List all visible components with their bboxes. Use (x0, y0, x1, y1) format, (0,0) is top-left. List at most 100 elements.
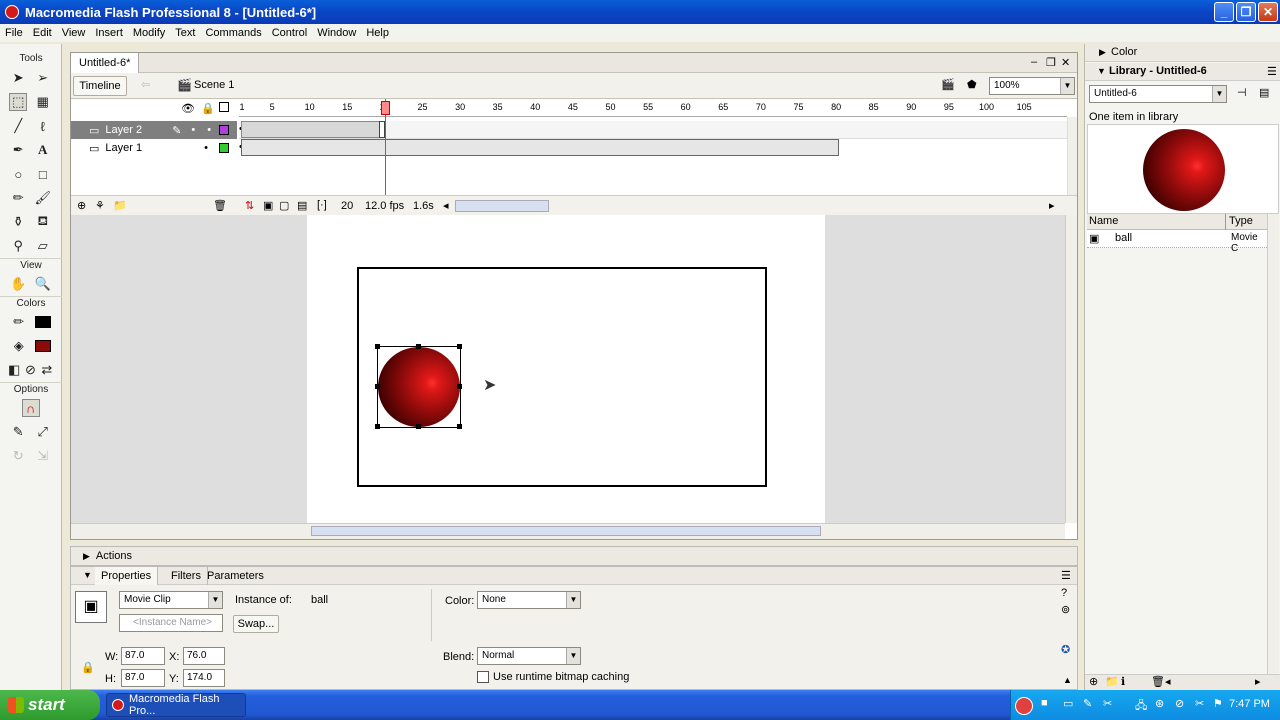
flag-icon[interactable]: ⚑ (1213, 697, 1223, 710)
lock-icon[interactable]: 🔒 (201, 102, 215, 115)
pen-icon[interactable]: ✎ (1083, 697, 1092, 710)
bitmap-caching-checkbox[interactable] (477, 671, 489, 683)
subselect-tool-icon[interactable]: ➢ (34, 69, 52, 87)
close-button[interactable]: ✕ (1258, 2, 1278, 22)
fill-color-swatch[interactable] (35, 340, 52, 352)
transform-handle[interactable] (457, 384, 462, 389)
modify-markers-icon[interactable]: [·] (317, 199, 327, 211)
menu-view[interactable]: View (57, 27, 91, 39)
zoom-tool-icon[interactable]: 🔍 (34, 275, 52, 293)
selection-box[interactable] (375, 344, 462, 429)
swap-colors-icon[interactable]: ⇄ (39, 361, 55, 379)
swap-button[interactable]: Swap... (233, 615, 279, 633)
tab-properties[interactable]: Properties (95, 567, 159, 585)
collapse-triangle-icon[interactable]: ▼ (83, 570, 92, 580)
chevron-left-icon[interactable]: ◂ (443, 199, 449, 212)
stage-vscroll[interactable] (1065, 215, 1077, 523)
taskbar-item-flash[interactable]: Macromedia Flash Pro... (106, 693, 246, 717)
minimize-button[interactable]: _ (1214, 2, 1234, 22)
zoom-select[interactable]: 100% ▼ (989, 77, 1075, 95)
shield-icon[interactable]: ⊛ (1155, 697, 1164, 710)
menu-help[interactable]: Help (361, 27, 394, 39)
back-arrow-icon[interactable]: ⇦ (141, 78, 150, 91)
panel-menu-icon[interactable]: ☰ (1061, 569, 1071, 582)
transform-handle[interactable] (457, 344, 462, 349)
pin-library-icon[interactable]: ⊣ (1237, 86, 1247, 99)
new-symbol-icon[interactable]: ⊕ (1089, 675, 1098, 688)
oval-tool-icon[interactable]: ○ (9, 165, 27, 183)
ball-instance[interactable] (378, 347, 460, 427)
new-library-panel-icon[interactable]: ▤ (1259, 86, 1269, 99)
line-tool-icon[interactable]: ╱ (9, 117, 27, 135)
menu-insert[interactable]: Insert (90, 27, 128, 39)
transform-handle[interactable] (375, 384, 380, 389)
eraser-tool-icon[interactable]: ▱ (34, 237, 52, 255)
scissors-icon[interactable]: ✂ (1103, 697, 1112, 710)
default-colors-icon[interactable]: ◧ (6, 361, 22, 379)
snap-to-objects-icon[interactable]: ∩ (21, 399, 40, 417)
hand-tool-icon[interactable]: ✋ (9, 275, 27, 293)
gradient-transform-tool-icon[interactable]: ▦ (34, 93, 52, 111)
lasso-tool-icon[interactable]: ℓ (34, 117, 52, 135)
transform-handle[interactable] (457, 424, 462, 429)
transform-handle[interactable] (416, 424, 421, 429)
doc-restore-icon[interactable]: ❐ (1046, 56, 1056, 69)
network-icon[interactable]: 🖧 (1135, 697, 1147, 716)
stage-hscroll-thumb[interactable] (311, 526, 821, 536)
width-field[interactable]: 87.0 (121, 647, 165, 665)
ink-bottle-tool-icon[interactable]: ⚱ (9, 213, 27, 231)
playhead-handle[interactable] (381, 101, 390, 115)
menu-modify[interactable]: Modify (128, 27, 170, 39)
chevron-right-icon[interactable]: ▸ (1049, 199, 1055, 212)
chevron-right-icon[interactable]: ▸ (1255, 675, 1261, 688)
insert-layer-icon[interactable]: ⊕ (77, 199, 86, 212)
outline-icon[interactable] (219, 102, 229, 112)
brush-tool-icon[interactable]: 🖌 (34, 189, 52, 207)
insert-folder-icon[interactable]: 📁 (113, 199, 127, 212)
panel-menu-icon[interactable]: ☰ (1267, 65, 1277, 78)
new-folder-icon[interactable]: 📁 (1105, 675, 1119, 688)
text-tool-icon[interactable]: A (34, 141, 52, 159)
cut-icon[interactable]: ✂ (1195, 697, 1204, 710)
maximize-button[interactable]: ❐ (1236, 2, 1256, 22)
library-panel-header[interactable]: ▼ Library - Untitled-6 ☰ (1085, 63, 1280, 81)
onion-outlines-icon[interactable]: ▢ (279, 199, 289, 212)
stop-icon[interactable]: ■ (1041, 697, 1048, 709)
eye-icon[interactable]: 👁 (181, 102, 195, 115)
menu-commands[interactable]: Commands (200, 27, 266, 39)
stroke-color-swatch[interactable] (35, 316, 52, 328)
document-tab[interactable]: Untitled-6* (71, 53, 140, 73)
start-button[interactable]: start (0, 690, 100, 720)
stroke-color-icon[interactable]: ✏ (10, 313, 28, 331)
delete-icon[interactable]: 🗑 (1151, 675, 1165, 688)
onion-skin-icon[interactable]: ▣ (263, 199, 273, 212)
delete-layer-icon[interactable]: 🗑 (213, 199, 227, 212)
pencil-tool-icon[interactable]: ✏ (9, 189, 27, 207)
menu-window[interactable]: Window (312, 27, 361, 39)
layer-row-layer2[interactable]: ▭ Layer 2 ✎ • • (71, 121, 237, 139)
smooth-icon[interactable]: ✎ (9, 423, 27, 441)
x-field[interactable]: 76.0 (183, 647, 225, 665)
straighten-icon[interactable]: ⤢ (34, 423, 52, 441)
height-field[interactable]: 87.0 (121, 669, 165, 687)
free-transform-tool-icon[interactable]: ⬚ (9, 93, 28, 111)
motion-guide-icon[interactable]: ⚘ (95, 199, 105, 212)
menu-file[interactable]: File (0, 27, 28, 39)
layer2-frames[interactable]: • (239, 121, 1067, 139)
collapse-icon[interactable]: ▲ (1063, 675, 1072, 685)
layer-row-layer1[interactable]: ▭ Layer 1 • • (71, 139, 237, 157)
timeline-toggle-button[interactable]: Timeline (73, 76, 127, 96)
lock-icon[interactable]: 🔒 (81, 661, 95, 674)
symbol-type-select[interactable]: Movie Clip ▼ (119, 591, 223, 609)
menu-text[interactable]: Text (170, 27, 200, 39)
menu-edit[interactable]: Edit (28, 27, 57, 39)
library-vscroll[interactable] (1267, 214, 1279, 674)
fill-color-icon[interactable]: ◈ (10, 337, 28, 355)
y-field[interactable]: 174.0 (183, 669, 225, 687)
properties-icon[interactable]: ℹ (1121, 675, 1125, 688)
center-frame-icon[interactable]: ⇅ (245, 199, 254, 212)
pen-tool-icon[interactable]: ✒ (9, 141, 27, 159)
camera-icon[interactable]: ▭ (1063, 697, 1073, 710)
transform-handle[interactable] (375, 344, 380, 349)
col-name-header[interactable]: Name (1089, 215, 1118, 227)
